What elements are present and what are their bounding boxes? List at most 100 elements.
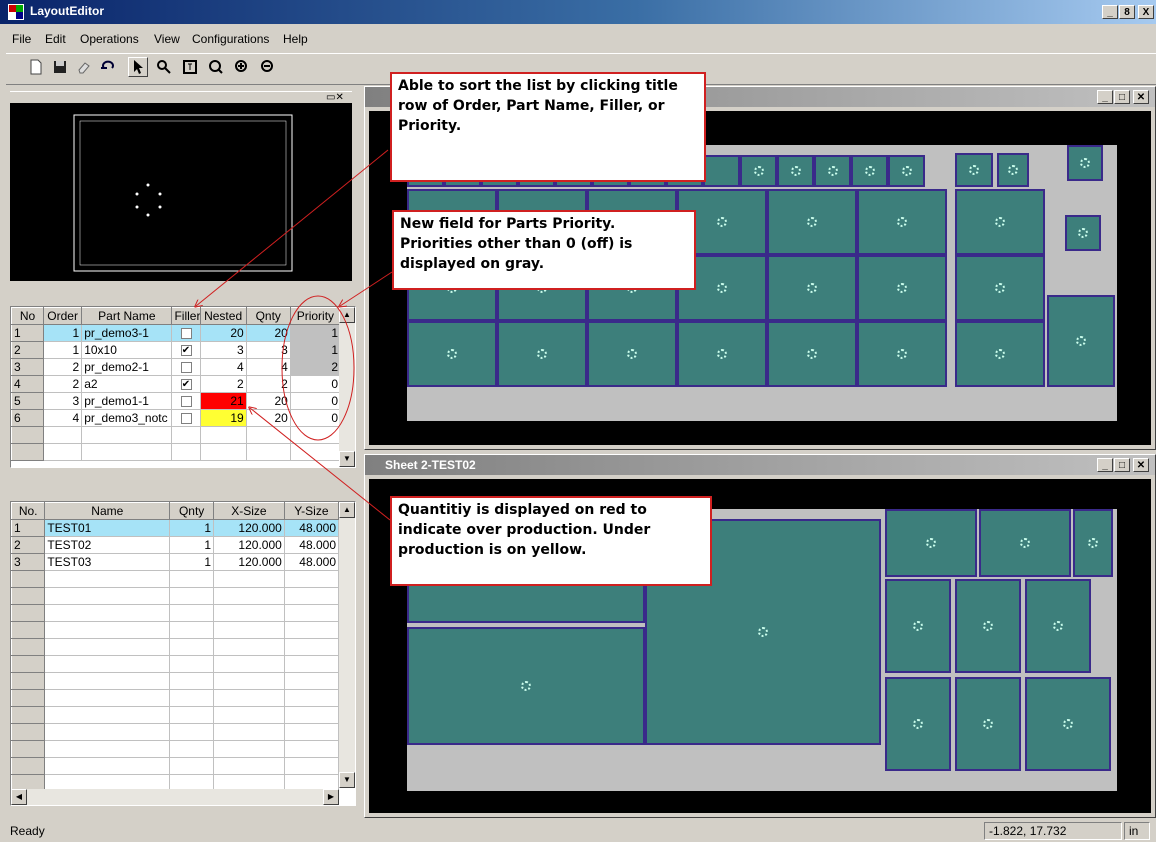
qnty-cell[interactable]: 1: [169, 536, 214, 554]
nested-part[interactable]: [997, 153, 1029, 187]
order-cell[interactable]: 4: [43, 409, 83, 427]
filler-cell[interactable]: ✔: [171, 341, 201, 359]
qnty-cell[interactable]: 1: [169, 553, 214, 571]
menu-view[interactable]: View: [154, 32, 180, 46]
column-header[interactable]: Filler: [171, 307, 201, 325]
nested-part[interactable]: [814, 155, 851, 187]
part-name-cell[interactable]: 10x10: [81, 341, 173, 359]
sheets-scrollbar[interactable]: ▲ ▼: [339, 502, 355, 788]
scroll-left-icon[interactable]: ◀: [11, 789, 27, 805]
restore-button[interactable]: 8: [1119, 5, 1135, 19]
nested-part[interactable]: [955, 189, 1045, 255]
filler-checkbox[interactable]: ✔: [180, 345, 192, 357]
column-header[interactable]: Order: [43, 307, 83, 325]
nested-part[interactable]: [1047, 295, 1115, 387]
nested-cell[interactable]: 20: [199, 324, 247, 342]
scroll-up-icon[interactable]: ▲: [339, 307, 355, 323]
maximize-button[interactable]: □: [1114, 458, 1130, 472]
filler-cell[interactable]: [171, 409, 201, 427]
order-cell[interactable]: 1: [43, 341, 83, 359]
nested-part[interactable]: [1067, 145, 1103, 181]
order-cell[interactable]: 1: [43, 324, 83, 342]
part-name-cell[interactable]: pr_demo2-1: [81, 358, 173, 376]
menu-configurations[interactable]: Configurations: [192, 32, 269, 46]
zoom-window-icon[interactable]: [206, 57, 226, 77]
menu-file[interactable]: File: [12, 32, 31, 46]
nested-cell[interactable]: 21: [199, 392, 247, 410]
filler-cell[interactable]: ✔: [171, 375, 201, 393]
filler-cell[interactable]: [171, 392, 201, 410]
sheets-hscrollbar[interactable]: ◀ ▶: [11, 789, 339, 805]
filler-checkbox[interactable]: [180, 328, 192, 340]
scroll-down-icon[interactable]: ▼: [339, 451, 355, 467]
qnty-cell[interactable]: 1: [169, 519, 214, 537]
filler-checkbox[interactable]: [180, 413, 192, 425]
column-header[interactable]: Priority: [289, 307, 342, 325]
part-name-cell[interactable]: pr_demo1-1: [81, 392, 173, 410]
preview-close-icon[interactable]: ▭✕: [326, 92, 344, 103]
qnty-cell[interactable]: 20: [245, 392, 291, 410]
nested-cell[interactable]: 4: [199, 358, 247, 376]
priority-cell[interactable]: 0: [289, 375, 342, 393]
qnty-cell[interactable]: 20: [245, 324, 291, 342]
nested-part[interactable]: [851, 155, 888, 187]
qnty-cell[interactable]: 2: [245, 375, 291, 393]
table-row[interactable]: 4 2 a2 ✔ 2 2 0: [10, 375, 342, 393]
row-number[interactable]: 1: [10, 519, 46, 537]
nested-part[interactable]: [677, 321, 767, 387]
column-header[interactable]: No: [10, 307, 45, 325]
table-row[interactable]: 2 1 10x10 ✔ 3 3 1: [10, 341, 342, 359]
nested-part[interactable]: [955, 677, 1021, 771]
sheet-name-cell[interactable]: TEST02: [44, 536, 171, 554]
filler-cell[interactable]: [171, 358, 201, 376]
scroll-up-icon[interactable]: ▲: [339, 502, 355, 518]
filler-checkbox[interactable]: [180, 396, 192, 408]
qnty-cell[interactable]: 20: [245, 409, 291, 427]
row-number[interactable]: 2: [10, 341, 45, 359]
nested-part[interactable]: [407, 321, 497, 387]
row-number[interactable]: 4: [10, 375, 45, 393]
zoom-in-icon[interactable]: [232, 57, 252, 77]
column-header[interactable]: Name: [44, 502, 171, 520]
nested-part[interactable]: [979, 509, 1071, 577]
column-header[interactable]: Nested: [199, 307, 247, 325]
row-number[interactable]: 2: [10, 536, 46, 554]
row-number[interactable]: 3: [10, 358, 45, 376]
zoom-icon[interactable]: [154, 57, 174, 77]
nested-part[interactable]: [857, 189, 947, 255]
undo-icon[interactable]: [98, 57, 118, 77]
priority-cell[interactable]: 0: [289, 392, 342, 410]
order-cell[interactable]: 3: [43, 392, 83, 410]
nested-part[interactable]: [777, 155, 814, 187]
menu-help[interactable]: Help: [283, 32, 308, 46]
nested-cell[interactable]: 19: [199, 409, 247, 427]
nested-part[interactable]: [703, 155, 740, 187]
zoom-extents-icon[interactable]: [180, 57, 200, 77]
x-size-cell[interactable]: 120.000: [213, 553, 285, 571]
sheet-window-2-title[interactable]: Sheet 2-TEST02: [365, 455, 1155, 475]
close-button[interactable]: ✕: [1133, 458, 1149, 472]
table-row[interactable]: 1 TEST01 1 120.000 48.000: [10, 519, 340, 537]
minimize-button[interactable]: _: [1097, 458, 1113, 472]
menu-operations[interactable]: Operations: [80, 32, 139, 46]
table-row[interactable]: 3 2 pr_demo2-1 4 4 2: [10, 358, 342, 376]
nested-part[interactable]: [955, 255, 1045, 321]
filler-checkbox[interactable]: [180, 362, 192, 374]
nested-part[interactable]: [767, 189, 857, 255]
y-size-cell[interactable]: 48.000: [283, 519, 340, 537]
sheet-name-cell[interactable]: TEST03: [44, 553, 171, 571]
nested-part[interactable]: [497, 321, 587, 387]
nested-part[interactable]: [888, 155, 925, 187]
row-number[interactable]: 6: [10, 409, 45, 427]
order-cell[interactable]: 2: [43, 375, 83, 393]
row-number[interactable]: 1: [10, 324, 45, 342]
priority-cell[interactable]: 2: [289, 358, 342, 376]
part-name-cell[interactable]: a2: [81, 375, 173, 393]
nested-part[interactable]: [955, 579, 1021, 673]
nested-part[interactable]: [885, 509, 977, 577]
table-row[interactable]: 6 4 pr_demo3_notc 19 20 0: [10, 409, 342, 427]
column-header[interactable]: X-Size: [213, 502, 285, 520]
close-button[interactable]: ✕: [1133, 90, 1149, 104]
qnty-cell[interactable]: 4: [245, 358, 291, 376]
nested-part[interactable]: [955, 321, 1045, 387]
